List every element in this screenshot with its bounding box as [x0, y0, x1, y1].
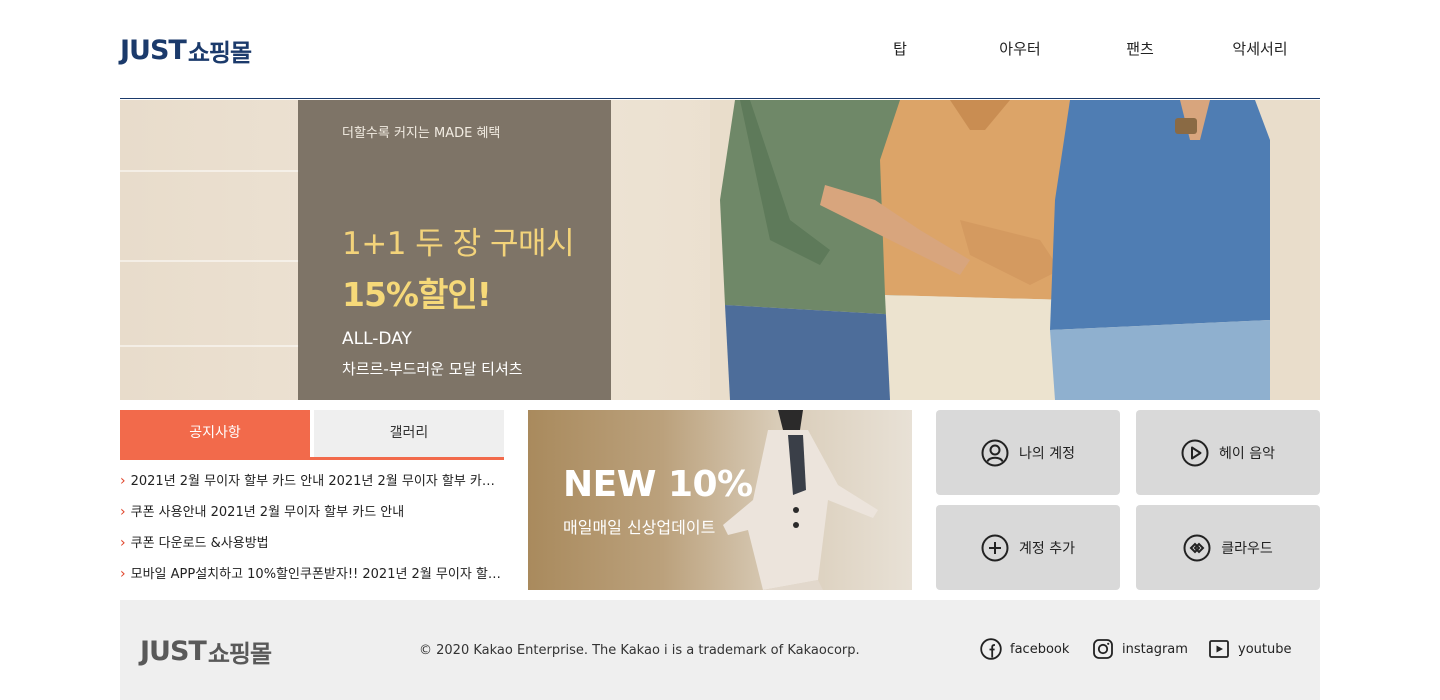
chevron-right-icon: ›: [120, 504, 126, 520]
chevron-right-icon: ›: [120, 535, 126, 551]
facebook-label: facebook: [1010, 641, 1070, 657]
banner-text-box: 더할수록 커지는 MADE 혜택 1+1 두 장 구매시 15%할인! ALL-…: [298, 100, 611, 400]
youtube-link[interactable]: youtube: [1208, 638, 1291, 660]
notice-item[interactable]: › 쿠폰 다운로드 &사용방법: [120, 528, 504, 559]
logo-mall-text: 쇼핑몰: [187, 38, 252, 67]
hero-banner[interactable]: 더할수록 커지는 MADE 혜택 1+1 두 장 구매시 15%할인! ALL-…: [120, 100, 1320, 400]
cloud-label: 클라우드: [1221, 540, 1273, 557]
play-icon: [1181, 439, 1209, 466]
my-account-button[interactable]: 나의 계정: [936, 410, 1120, 495]
main-nav: 탑 아우터 팬츠 악세서리: [840, 38, 1320, 59]
new-arrivals-banner[interactable]: NEW 10% 매일매일 신상업데이트: [528, 410, 912, 590]
banner-decor-stripe: [120, 260, 300, 262]
cloud-button[interactable]: 클라우드: [1136, 505, 1320, 590]
banner-description: 차르르-부드러운 모달 티셔츠: [342, 360, 523, 378]
add-account-label: 계정 추가: [1019, 540, 1075, 557]
youtube-icon: [1209, 640, 1229, 658]
nav-item-top[interactable]: 탑: [840, 38, 960, 59]
nav-item-accessory[interactable]: 악세서리: [1200, 38, 1320, 59]
banner-discount: 15%할인!: [342, 275, 492, 314]
tab-notice[interactable]: 공지사항: [120, 410, 310, 457]
footer-logo[interactable]: JUST 쇼핑몰: [140, 634, 272, 669]
youtube-label: youtube: [1238, 641, 1292, 657]
instagram-label: instagram: [1122, 641, 1188, 657]
instagram-link[interactable]: instagram: [1092, 638, 1188, 660]
facebook-icon: [980, 638, 1002, 660]
banner-models-image: [710, 100, 1320, 400]
banner-decor-stripe: [120, 170, 300, 172]
chevron-right-icon: ›: [120, 473, 126, 489]
site-header: JUST 쇼핑몰 탑 아우터 팬츠 악세서리: [120, 0, 1320, 99]
chevron-right-icon: ›: [120, 566, 126, 582]
notice-item[interactable]: › 모바일 APP설치하고 10%할인쿠폰받자!! 2021년 2월 무이자 할…: [120, 559, 504, 590]
tab-gallery[interactable]: 갤러리: [314, 410, 504, 457]
page: JUST 쇼핑몰 탑 아우터 팬츠 악세서리 더할수록 커지는 MADE 혜택 …: [120, 0, 1320, 700]
site-footer: JUST 쇼핑몰 © 2020 Kakao Enterprise. The Ka…: [120, 600, 1320, 700]
nav-item-outer[interactable]: 아우터: [960, 38, 1080, 59]
notice-list: › 2021년 2월 무이자 할부 카드 안내 2021년 2월 무이자 할부 …: [120, 466, 504, 590]
hey-music-label: 헤이 음악: [1219, 445, 1275, 462]
nav-item-pants[interactable]: 팬츠: [1080, 38, 1200, 59]
site-logo[interactable]: JUST 쇼핑몰: [120, 33, 252, 67]
my-account-label: 나의 계정: [1019, 445, 1075, 462]
user-icon: [981, 439, 1009, 466]
promo-subtitle: 매일매일 신상업데이트: [563, 518, 716, 537]
facebook-link[interactable]: facebook: [980, 638, 1069, 660]
notice-item[interactable]: › 쿠폰 사용안내 2021년 2월 무이자 할부 카드 안내: [120, 497, 504, 528]
banner-kicker: 더할수록 커지는 MADE 혜택: [342, 126, 501, 141]
hey-music-button[interactable]: 헤이 음악: [1136, 410, 1320, 495]
notice-item[interactable]: › 2021년 2월 무이자 할부 카드 안내 2021년 2월 무이자 할부 …: [120, 466, 504, 497]
footer-logo-brand: JUST: [140, 636, 207, 667]
instagram-icon: [1093, 639, 1113, 659]
footer-logo-mall: 쇼핑몰: [207, 640, 272, 668]
copyright-text: © 2020 Kakao Enterprise. The Kakao i is …: [419, 643, 860, 658]
cloud-icon: [1183, 534, 1211, 561]
plus-icon: [981, 534, 1009, 561]
notice-tabs: 공지사항 갤러리: [120, 410, 504, 460]
banner-subtitle: ALL-DAY: [342, 329, 412, 349]
banner-headline: 1+1 두 장 구매시: [342, 226, 575, 262]
add-account-button[interactable]: 계정 추가: [936, 505, 1120, 590]
promo-title: NEW 10%: [563, 464, 753, 505]
logo-brand-text: JUST: [120, 34, 187, 66]
banner-decor-stripe: [120, 345, 300, 347]
